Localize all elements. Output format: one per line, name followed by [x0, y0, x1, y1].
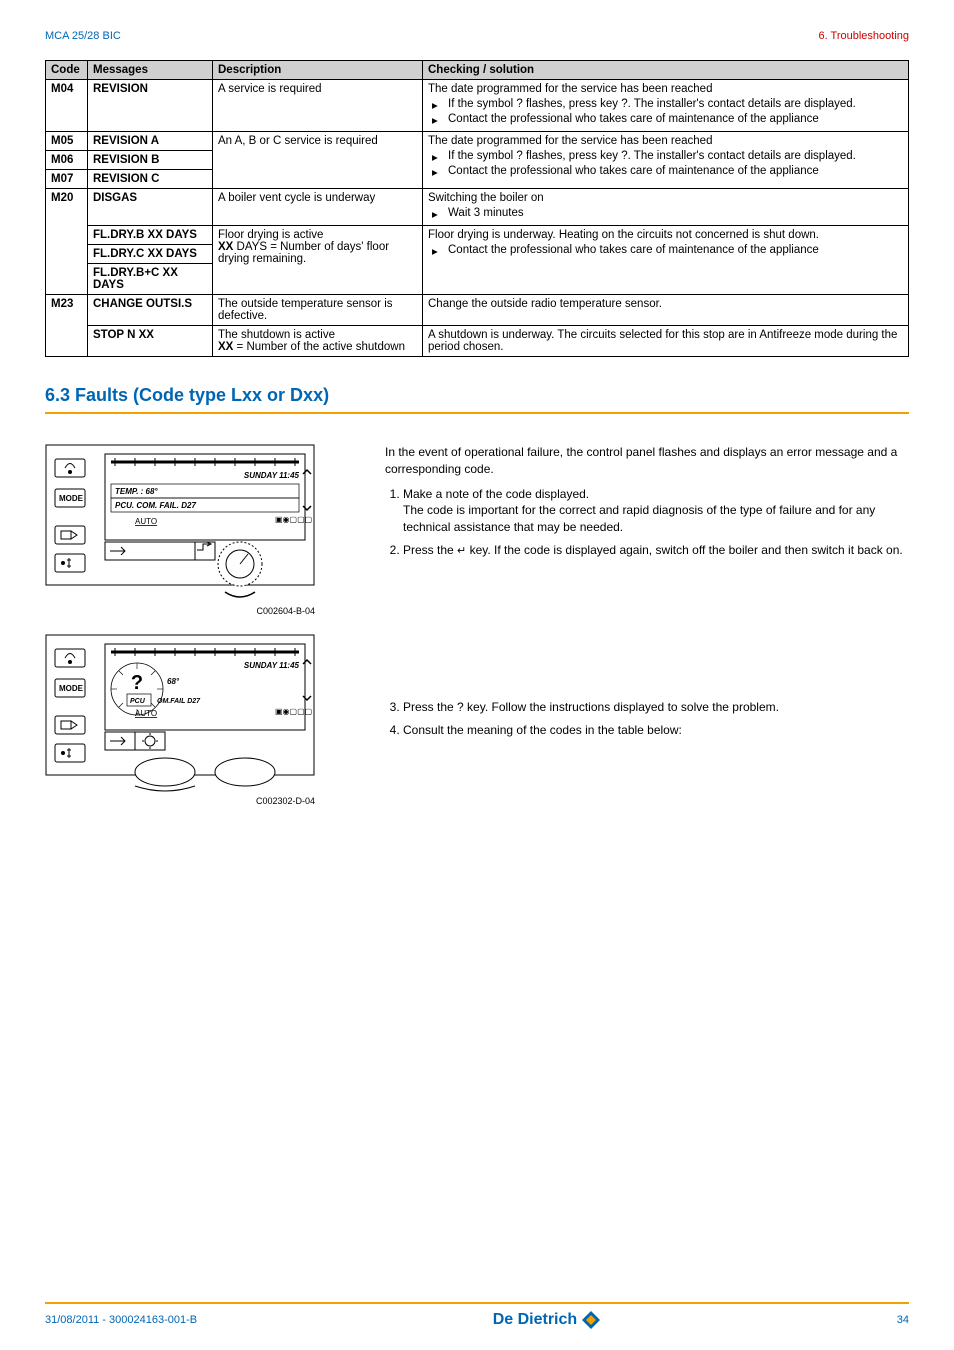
- cell-desc: Floor drying is active XX DAYS = Number …: [213, 226, 423, 295]
- cell-msg: DISGAS: [88, 189, 213, 226]
- panel-fail-line: PCU. COM. FAIL. D27: [115, 501, 196, 510]
- question-mark-icon: ?: [131, 672, 143, 694]
- th-messages: Messages: [88, 61, 213, 80]
- control-panel-illustration-1: SUNDAY 11:45 TEMP. : 68° PCU. COM. FAIL.…: [45, 444, 315, 604]
- th-description: Description: [213, 61, 423, 80]
- cell-code: [46, 245, 88, 264]
- desc-xx: XX: [218, 241, 233, 253]
- panel-icons-row: ▣◉▢▢▢: [275, 515, 312, 524]
- figure-caption-1: C002604-B-04: [45, 606, 315, 616]
- brand-logo: De Dietrich: [493, 1310, 601, 1330]
- cell-msg: FL.DRY.B+C XX DAYS: [88, 264, 213, 295]
- table-row: FL.DRY.B XX DAYS Floor drying is active …: [46, 226, 909, 245]
- chk-bullet: Contact the professional who takes care …: [428, 244, 903, 256]
- brand-name: De Dietrich: [493, 1311, 577, 1329]
- mode-button-label: MODE: [59, 684, 84, 693]
- section-rule: [45, 412, 909, 414]
- cell-code: [46, 264, 88, 295]
- th-code: Code: [46, 61, 88, 80]
- chk-bullet: If the symbol ? flashes, press key ?. Th…: [428, 98, 903, 110]
- cell-chk: Switching the boiler on Wait 3 minutes: [423, 189, 909, 226]
- panel-fail-short: OM.FAIL D27: [157, 698, 201, 705]
- step-3: Press the ? key. Follow the instructions…: [403, 699, 909, 716]
- footer-date-docnum: 31/08/2011 - 300024163-001-B: [45, 1314, 197, 1326]
- panel-clock: SUNDAY 11:45: [244, 661, 300, 670]
- step-1: Make a note of the code displayed. The c…: [403, 486, 909, 536]
- cell-code: [46, 326, 88, 357]
- panel-icons-row: ▣◉▢▢▢: [275, 707, 312, 716]
- panel-temp-line: TEMP. : 68°: [115, 487, 158, 496]
- chk-bullet: Contact the professional who takes care …: [428, 165, 903, 177]
- step-2a: Press the: [403, 543, 457, 557]
- cell-msg: REVISION C: [88, 170, 213, 189]
- chk-intro: Floor drying is underway. Heating on the…: [428, 229, 903, 241]
- panel-temp-68: 68°: [167, 677, 180, 686]
- panel-auto: AUTO: [135, 517, 157, 526]
- panel-clock: SUNDAY 11:45: [244, 471, 300, 480]
- cell-msg: CHANGE OUTSI.S: [88, 295, 213, 326]
- chk-intro: The date programmed for the service has …: [428, 83, 903, 95]
- doc-section-header: 6. Troubleshooting: [818, 30, 909, 42]
- cell-msg: FL.DRY.C XX DAYS: [88, 245, 213, 264]
- step-1b: The code is important for the correct an…: [403, 503, 875, 534]
- chk-intro: The date programmed for the service has …: [428, 135, 903, 147]
- cell-msg: STOP N XX: [88, 326, 213, 357]
- cell-msg: REVISION A: [88, 132, 213, 151]
- figure-caption-2: C002302-D-04: [45, 796, 315, 806]
- cell-code: M06: [46, 151, 88, 170]
- cell-desc: A boiler vent cycle is underway: [213, 189, 423, 226]
- desc-line: Floor drying is active: [218, 229, 323, 241]
- panel-pcu-label: PCU: [130, 698, 146, 705]
- cell-code: [46, 226, 88, 245]
- chk-bullet: Contact the professional who takes care …: [428, 113, 903, 125]
- cell-code: M05: [46, 132, 88, 151]
- cell-chk: A shutdown is underway. The circuits sel…: [423, 326, 909, 357]
- cell-chk: The date programmed for the service has …: [423, 132, 909, 189]
- chk-bullet: If the symbol ? flashes, press key ?. Th…: [428, 150, 903, 162]
- cell-desc: An A, B or C service is required: [213, 132, 423, 189]
- table-row: M04 REVISION A service is required The d…: [46, 80, 909, 132]
- footer-rule: [45, 1302, 909, 1304]
- cell-desc: The outside temperature sensor is defect…: [213, 295, 423, 326]
- section-heading-6-3: 6.3 Faults (Code type Lxx or Dxx): [45, 385, 909, 406]
- table-row: M23 CHANGE OUTSI.S The outside temperatu…: [46, 295, 909, 326]
- cell-desc: A service is required: [213, 80, 423, 132]
- th-checking: Checking / solution: [423, 61, 909, 80]
- table-row: M20 DISGAS A boiler vent cycle is underw…: [46, 189, 909, 226]
- cell-msg: FL.DRY.B XX DAYS: [88, 226, 213, 245]
- chk-intro: Switching the boiler on: [428, 192, 903, 204]
- desc-suffix: DAYS = Number of days' floor drying rema…: [218, 241, 389, 265]
- cell-code: M07: [46, 170, 88, 189]
- control-panel-illustration-2: SUNDAY 11:45 ? 68° PCU OM.FAIL D27 AUTO …: [45, 634, 315, 794]
- desc-suffix: = Number of the active shutdown: [233, 341, 405, 353]
- chk-bullet: Wait 3 minutes: [428, 207, 903, 219]
- mode-button-label: MODE: [59, 494, 84, 503]
- table-row: STOP N XX The shutdown is active XX = Nu…: [46, 326, 909, 357]
- cell-msg: REVISION: [88, 80, 213, 132]
- section-intro: In the event of operational failure, the…: [385, 444, 909, 478]
- doc-model-header: MCA 25/28 BIC: [45, 30, 121, 42]
- cell-chk: Floor drying is underway. Heating on the…: [423, 226, 909, 295]
- step-2b: key. If the code is displayed again, swi…: [466, 543, 902, 557]
- table-row: M05 REVISION A An A, B or C service is r…: [46, 132, 909, 151]
- cell-code: M23: [46, 295, 88, 326]
- step-4: Consult the meaning of the codes in the …: [403, 722, 909, 739]
- step-2: Press the ↵ key. If the code is displaye…: [403, 542, 909, 559]
- desc-xx: XX: [218, 341, 233, 353]
- cell-chk: The date programmed for the service has …: [423, 80, 909, 132]
- troubleshoot-table: Code Messages Description Checking / sol…: [45, 60, 909, 357]
- step-1a: Make a note of the code displayed.: [403, 487, 589, 501]
- cell-chk: Change the outside radio temperature sen…: [423, 295, 909, 326]
- cell-code: M04: [46, 80, 88, 132]
- return-key-icon: ↵: [457, 545, 466, 557]
- brand-diamond-icon: [581, 1310, 601, 1330]
- panel-auto: AUTO: [135, 709, 157, 718]
- page-number: 34: [897, 1314, 909, 1326]
- cell-code: M20: [46, 189, 88, 226]
- desc-line: The shutdown is active: [218, 329, 335, 341]
- cell-desc: The shutdown is active XX = Number of th…: [213, 326, 423, 357]
- cell-msg: REVISION B: [88, 151, 213, 170]
